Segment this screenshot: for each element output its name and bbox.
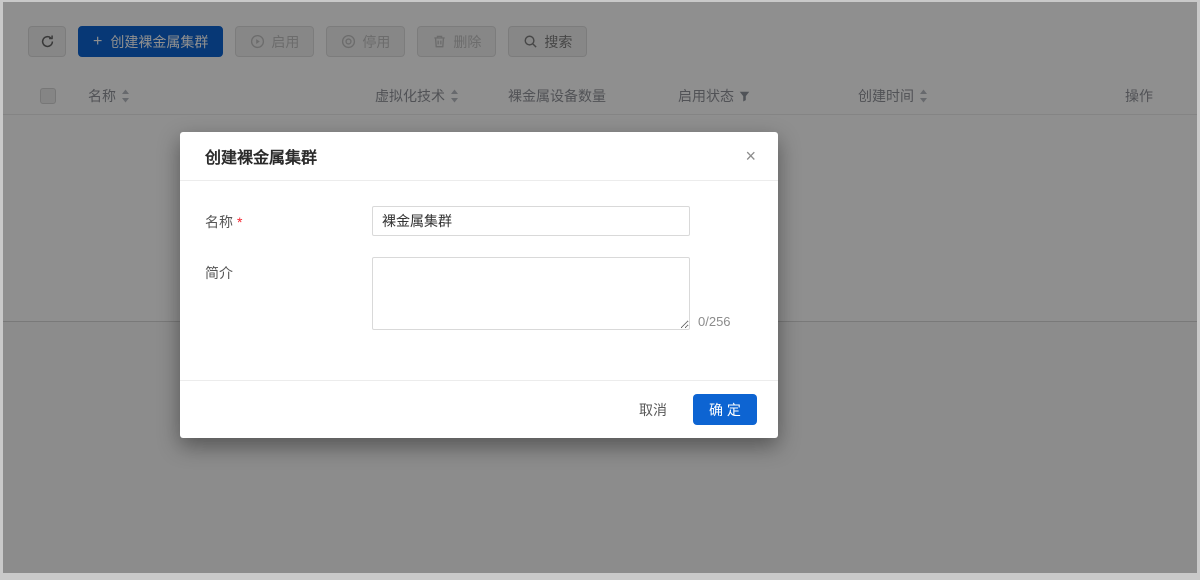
name-field-row: 名称*: [205, 206, 778, 236]
description-field-label: 简介: [205, 257, 372, 330]
confirm-button[interactable]: 确 定: [693, 394, 757, 425]
modal-header: 创建裸金属集群 ×: [180, 132, 778, 181]
modal-footer: 取消 确 定: [180, 380, 778, 438]
window-frame: + 创建裸金属集群 启用: [0, 0, 1200, 580]
description-field-row: 简介 0/256: [205, 257, 778, 330]
cancel-button[interactable]: 取消: [633, 399, 673, 421]
modal-body: 名称* 简介 0/256: [180, 181, 778, 380]
description-textarea[interactable]: [372, 257, 690, 330]
name-field-label: 名称*: [205, 206, 372, 236]
required-asterisk: *: [237, 214, 242, 230]
description-label-text: 简介: [205, 265, 233, 281]
create-cluster-modal: 创建裸金属集群 × 名称* 简介 0/256 取消 确 定: [180, 132, 778, 438]
modal-title: 创建裸金属集群: [205, 144, 317, 168]
close-icon[interactable]: ×: [745, 147, 756, 165]
app-viewport: + 创建裸金属集群 启用: [3, 2, 1197, 573]
name-input[interactable]: [372, 206, 690, 236]
name-label-text: 名称: [205, 214, 233, 230]
char-counter: 0/256: [698, 314, 731, 329]
